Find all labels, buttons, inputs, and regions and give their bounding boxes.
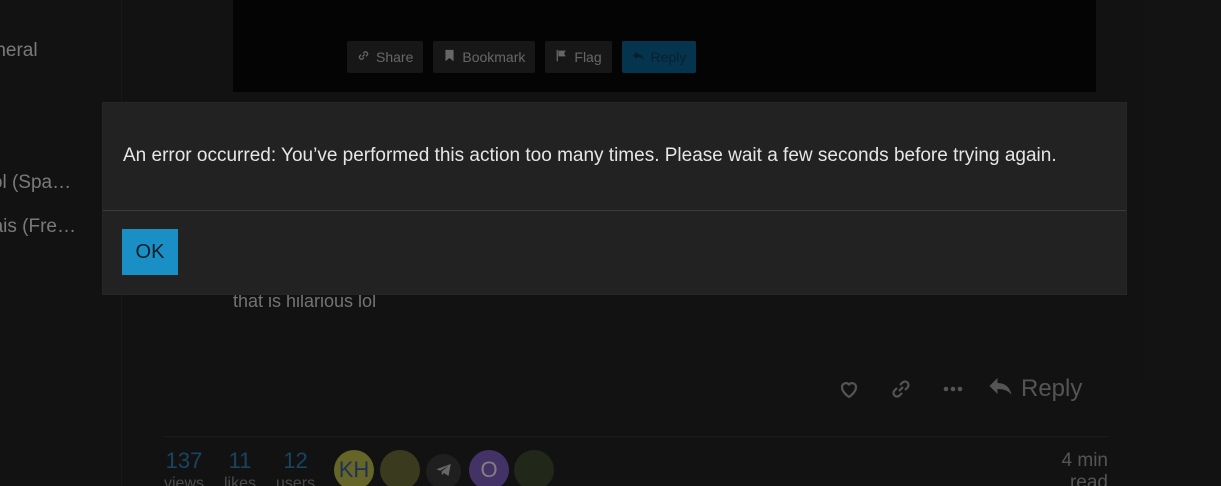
error-message: An error occurred: You’ve performed this… bbox=[123, 145, 1057, 166]
ok-button[interactable]: OK bbox=[122, 229, 178, 275]
dialog-footer: OK bbox=[103, 211, 1126, 275]
error-dialog: An error occurred: You’ve performed this… bbox=[103, 103, 1126, 294]
dialog-body: An error occurred: You’ve performed this… bbox=[103, 103, 1126, 211]
